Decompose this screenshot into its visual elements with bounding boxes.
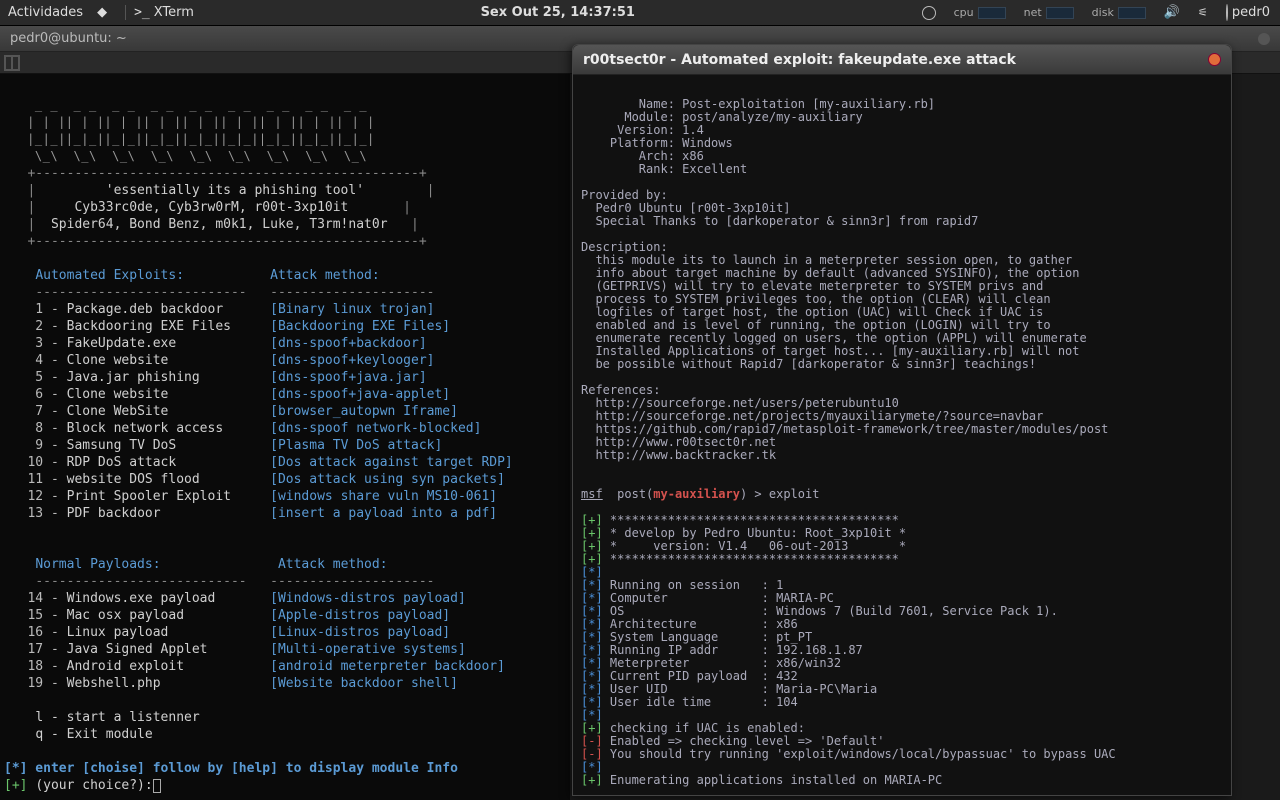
info-name: Post-exploitation [my-auxiliary.rb] — [682, 97, 935, 111]
refs-head: References: — [581, 383, 660, 397]
main-terminal[interactable]: _ _ _ _ _ _ _ _ _ _ _ _ _ _ _ _ _ _ | | … — [0, 74, 570, 800]
info-arch: x86 — [682, 149, 704, 163]
xterm-label: XTerm — [154, 5, 194, 20]
msf-post: post( — [617, 487, 653, 501]
option-quit: q - Exit module — [35, 727, 152, 742]
desc-head: Description: — [581, 240, 668, 254]
user-menu[interactable]: pedr0 — [1226, 5, 1270, 20]
provided-head: Provided by: — [581, 188, 668, 202]
volume-icon[interactable]: 🔊 — [1164, 5, 1180, 20]
option-listener: l - start a listenner — [35, 710, 199, 725]
hint-line: [*] enter [choise] follow by [help] to d… — [4, 761, 458, 776]
refs-list: http://sourceforge.net/users/peterubuntu… — [581, 396, 1108, 462]
disk-indicator[interactable]: disk — [1092, 6, 1146, 19]
credits-1: Cyb33rc0de, Cyb3rw0rM, r00t-3xp10it — [74, 200, 348, 215]
cursor — [153, 779, 161, 793]
payloads-list: 14 - Windows.exe payload [Windows-distro… — [4, 591, 505, 691]
msf-cmd: exploit — [769, 487, 820, 501]
prompt-prefix: [+] — [4, 778, 35, 793]
exploit-output-window: r00tsect0r - Automated exploit: fakeupda… — [572, 44, 1232, 796]
info-rank: Excellent — [682, 162, 747, 176]
ascii-banner: _ _ _ _ _ _ _ _ _ _ _ _ _ _ _ _ _ _ | | … — [4, 98, 375, 163]
credits-2: Spider64, Bond Benz, m0k1, Luke, T3rm!na… — [51, 217, 388, 232]
popup-terminal[interactable]: Name: Post-exploitation [my-auxiliary.rb… — [573, 75, 1231, 797]
window-title: pedr0@ubuntu: ~ — [10, 31, 127, 46]
info-platform: Windows — [682, 136, 733, 150]
net-indicator[interactable]: net — [1024, 6, 1074, 19]
close-icon[interactable] — [1208, 53, 1221, 66]
exploits-list: 1 - Package.deb backdoor [Binary linux t… — [4, 302, 513, 521]
heading-method-1: Attack method: — [270, 268, 380, 283]
info-version: 1.4 — [682, 123, 704, 137]
gnome-top-bar: Actividades ◆ >_ XTerm Sex Out 25, 14:37… — [0, 0, 1280, 26]
heading-payloads: Normal Payloads: — [35, 557, 160, 572]
popup-title: r00tsect0r - Automated exploit: fakeupda… — [583, 52, 1016, 68]
accessibility-icon[interactable] — [922, 6, 936, 20]
cpu-indicator[interactable]: cpu — [954, 6, 1006, 19]
prompt-text: (your choice?): — [35, 778, 152, 793]
msf-module: my-auxiliary — [653, 487, 740, 501]
heading-exploits: Automated Exploits: — [35, 268, 184, 283]
banner-tagline: 'essentially its a phishing tool' — [106, 183, 364, 198]
heading-method-2: Attack method: — [278, 557, 388, 572]
msf-prompt: msf — [581, 487, 603, 501]
msf-close: ) > — [740, 487, 769, 501]
close-window-button[interactable] — [1258, 33, 1270, 45]
desc-body: this module its to launch in a meterpret… — [581, 253, 1087, 371]
popup-titlebar[interactable]: r00tsect0r - Automated exploit: fakeupda… — [573, 45, 1231, 75]
wifi-icon[interactable]: ⚟ — [1198, 6, 1208, 19]
xterm-icon: >_ — [134, 5, 150, 20]
info-module: post/analyze/my-auxiliary — [682, 110, 863, 124]
run-output: [+] ************************************… — [581, 513, 1116, 787]
activities-button[interactable]: Actividades — [8, 5, 83, 20]
split-layout-icon[interactable] — [4, 55, 20, 71]
provided-list: Pedr0 Ubuntu [r00t-3xp10it] Special Than… — [581, 201, 978, 228]
active-app[interactable]: >_ XTerm — [125, 5, 194, 20]
app-menu-icon[interactable]: ◆ — [97, 5, 107, 20]
clock[interactable]: Sex Out 25, 14:37:51 — [194, 5, 922, 20]
